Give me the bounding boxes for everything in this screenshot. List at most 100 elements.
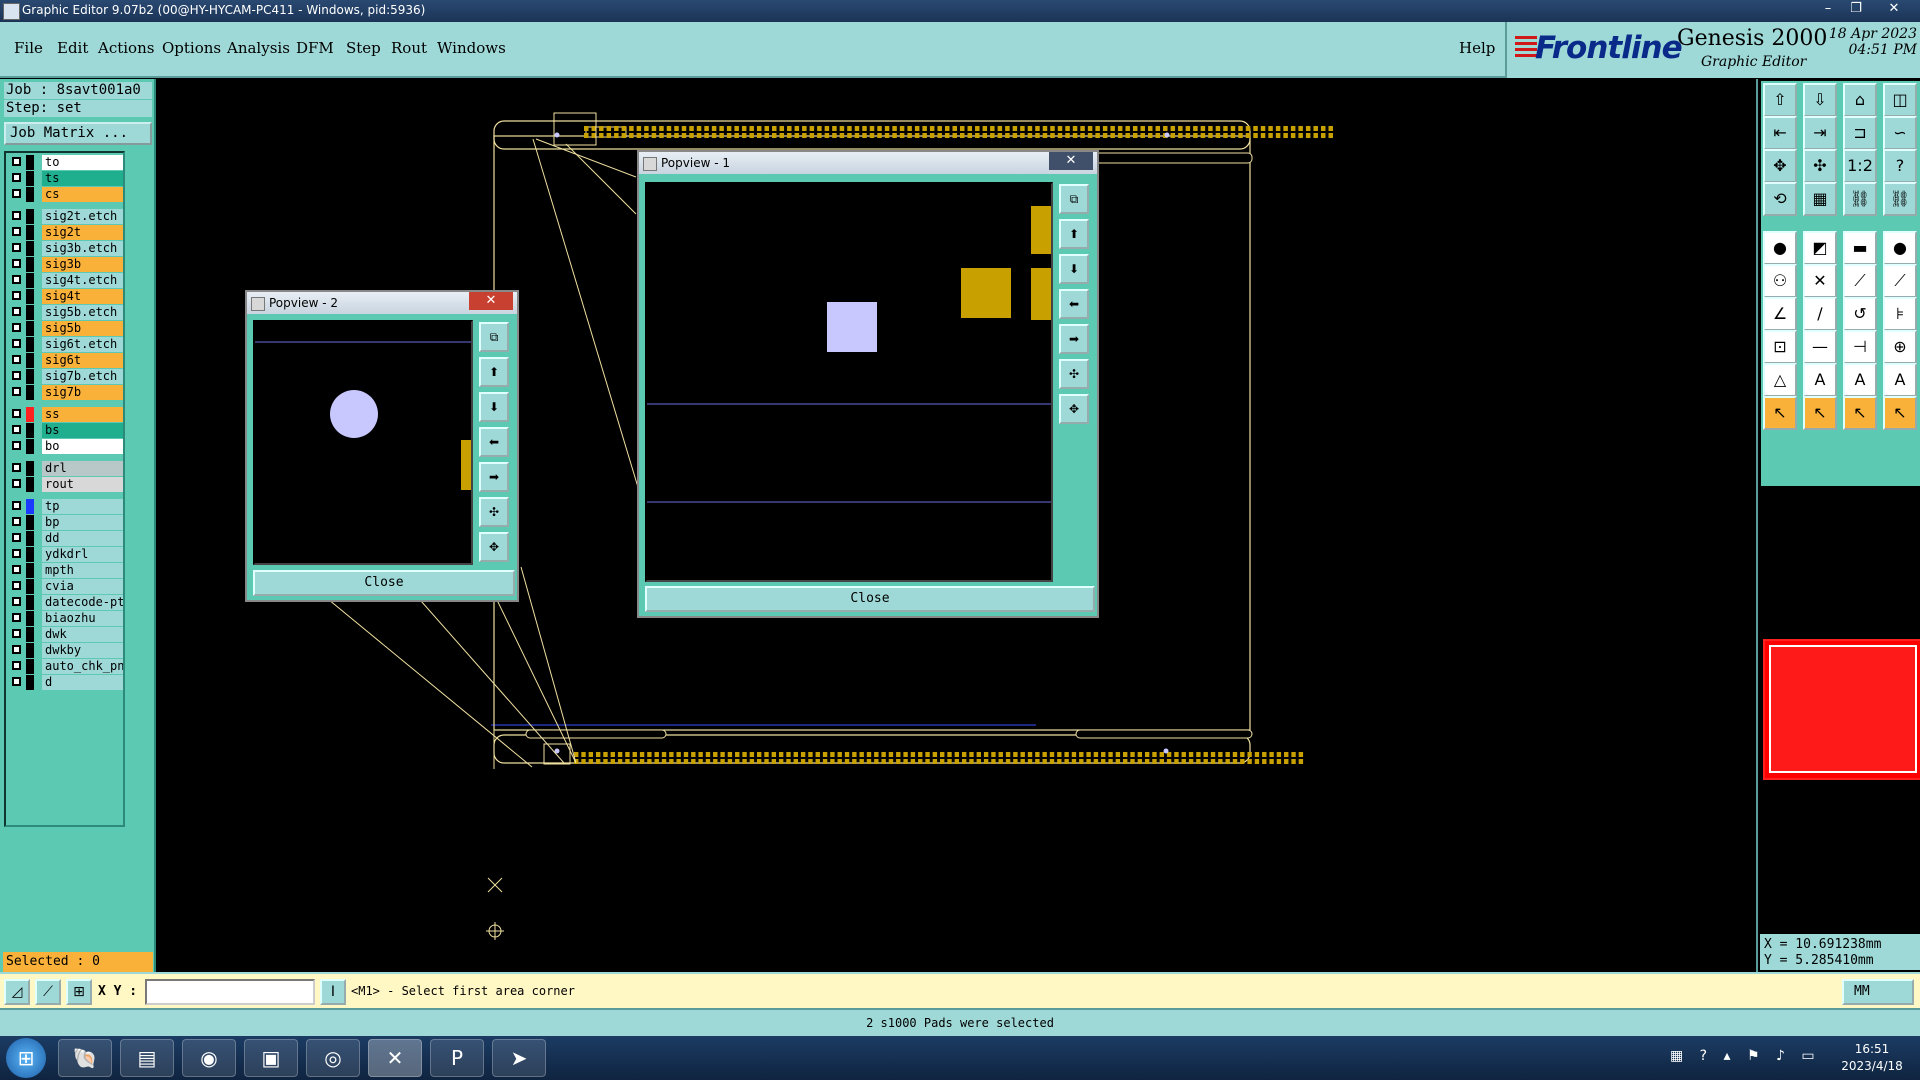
popview-2-close-button[interactable]: Close: [253, 570, 515, 596]
cross-icon[interactable]: ✕: [1803, 264, 1837, 298]
window-icon[interactable]: ◫: [1883, 83, 1917, 117]
layer-row[interactable]: mpth: [8, 563, 124, 578]
layer-row[interactable]: cvia: [8, 579, 124, 594]
minimize-button[interactable]: –: [1815, 0, 1841, 18]
layer-row[interactable]: bp: [8, 515, 124, 530]
layer-checkbox[interactable]: [12, 425, 21, 434]
layer-row[interactable]: bo: [8, 439, 124, 454]
menu-rout[interactable]: Rout: [391, 39, 427, 57]
menu-help[interactable]: Help: [1459, 39, 1495, 57]
pan-up-icon[interactable]: ⇧: [1763, 83, 1797, 117]
taskbar-notepad-icon[interactable]: ▤: [120, 1039, 174, 1077]
close-button[interactable]: ✕: [1874, 0, 1914, 18]
layer-name[interactable]: bs: [42, 423, 123, 438]
layer-checkbox[interactable]: [12, 227, 21, 236]
layer-checkbox[interactable]: [12, 677, 21, 686]
layer-row[interactable]: sig4t: [8, 289, 124, 304]
link-alt-icon[interactable]: ⛓: [1883, 182, 1917, 216]
menu-analysis[interactable]: Analysis: [227, 39, 290, 57]
zoom-out-icon[interactable]: ✥: [1059, 394, 1089, 424]
pan-down-icon[interactable]: ⬇: [479, 392, 509, 422]
layer-checkbox[interactable]: [12, 533, 21, 542]
layer-name[interactable]: cs: [42, 187, 123, 202]
menu-actions[interactable]: Actions: [98, 39, 154, 57]
pan-down-icon[interactable]: ⬇: [1059, 254, 1089, 284]
layer-row[interactable]: dwkby: [8, 643, 124, 658]
layer-checkbox[interactable]: [12, 565, 21, 574]
segment-alt-icon[interactable]: ⟋: [1883, 264, 1917, 298]
layer-row[interactable]: sig6t: [8, 353, 124, 368]
layer-name[interactable]: rout: [42, 477, 123, 492]
layer-name[interactable]: mpth: [42, 563, 123, 578]
job-matrix-button[interactable]: Job Matrix ...: [4, 122, 152, 145]
layer-checkbox[interactable]: [12, 517, 21, 526]
layer-checkbox[interactable]: [12, 291, 21, 300]
zoom-in-icon[interactable]: ✣: [479, 497, 509, 527]
layer-name[interactable]: sig2t: [42, 225, 123, 240]
layer-checkbox[interactable]: [12, 645, 21, 654]
layer-checkbox[interactable]: [12, 189, 21, 198]
layer-checkbox[interactable]: [12, 613, 21, 622]
pan-down-icon[interactable]: ⇩: [1803, 83, 1837, 117]
layer-name[interactable]: sig6t.etch: [42, 337, 123, 352]
layer-name[interactable]: sig2t.etch: [42, 209, 123, 224]
layer-name[interactable]: bp: [42, 515, 123, 530]
layer-row[interactable]: rout: [8, 477, 124, 492]
start-button[interactable]: ⊞: [6, 1038, 46, 1078]
layer-name[interactable]: dwk: [42, 627, 123, 642]
layer-name[interactable]: datecode-pto: [42, 595, 123, 610]
zoom-out-icon[interactable]: ✥: [479, 532, 509, 562]
layer-row[interactable]: drl: [8, 461, 124, 476]
slope-icon[interactable]: ∕: [1803, 297, 1837, 331]
menu-edit[interactable]: Edit: [57, 39, 88, 57]
layer-name[interactable]: tp: [42, 499, 123, 514]
pan-right-icon[interactable]: ➡: [1059, 324, 1089, 354]
layer-name[interactable]: dwkby: [42, 643, 123, 658]
dimension-icon[interactable]: ⊣: [1843, 330, 1877, 364]
menu-options[interactable]: Options: [162, 39, 221, 57]
layer-row[interactable]: auto_chk_pni: [8, 659, 124, 674]
popview-1-view[interactable]: [645, 182, 1053, 582]
layer-checkbox[interactable]: [12, 479, 21, 488]
layer-name[interactable]: sig3b.etch: [42, 241, 123, 256]
pan-left-icon[interactable]: ⬅: [479, 427, 509, 457]
align-icon[interactable]: ⊧: [1883, 297, 1917, 331]
layer-row[interactable]: sig3b: [8, 257, 124, 272]
slash-icon[interactable]: ◩: [1803, 231, 1837, 265]
layer-checkbox[interactable]: [12, 581, 21, 590]
layer-name[interactable]: biaozhu: [42, 611, 123, 626]
layer-row[interactable]: ydkdrl: [8, 547, 124, 562]
pan-up-icon[interactable]: ⬆: [1059, 219, 1089, 249]
layer-name[interactable]: sig4t: [42, 289, 123, 304]
select-d-icon[interactable]: ↖: [1883, 396, 1917, 430]
help-icon[interactable]: ?: [1883, 149, 1917, 183]
text-c-icon[interactable]: A: [1883, 363, 1917, 397]
surface-icon[interactable]: ⊕: [1883, 330, 1917, 364]
pan-left-icon[interactable]: ⇤: [1763, 116, 1797, 150]
layer-row[interactable]: sig7b.etch: [8, 369, 124, 384]
menu-dfm[interactable]: DFM: [296, 39, 334, 57]
layer-checkbox[interactable]: [12, 157, 21, 166]
layer-checkbox[interactable]: [12, 339, 21, 348]
layer-checkbox[interactable]: [12, 549, 21, 558]
layer-row[interactable]: cs: [8, 187, 124, 202]
snap-mode-icon[interactable]: ◿: [4, 979, 30, 1005]
layer-name[interactable]: auto_chk_pni: [42, 659, 123, 674]
layer-name[interactable]: sig7b: [42, 385, 123, 400]
fit-icon[interactable]: ⊐: [1843, 116, 1877, 150]
layer-name[interactable]: to: [42, 155, 123, 170]
layer-name[interactable]: drl: [42, 461, 123, 476]
layer-checkbox[interactable]: [12, 463, 21, 472]
segment-icon[interactable]: ⟋: [1843, 264, 1877, 298]
dot-icon[interactable]: ●: [1883, 231, 1917, 265]
taskbar-genesis-icon[interactable]: ✕: [368, 1039, 422, 1077]
select-c-icon[interactable]: ↖: [1843, 396, 1877, 430]
angle-icon[interactable]: ∠: [1763, 297, 1797, 331]
popview-1-close-button[interactable]: Close: [645, 586, 1095, 612]
arc-icon[interactable]: ↺: [1843, 297, 1877, 331]
taskbar-app-red-icon[interactable]: ◉: [182, 1039, 236, 1077]
taskbar-save-icon[interactable]: ▣: [244, 1039, 298, 1077]
layer-name[interactable]: bo: [42, 439, 123, 454]
layer-checkbox[interactable]: [12, 629, 21, 638]
layer-row[interactable]: ts: [8, 171, 124, 186]
